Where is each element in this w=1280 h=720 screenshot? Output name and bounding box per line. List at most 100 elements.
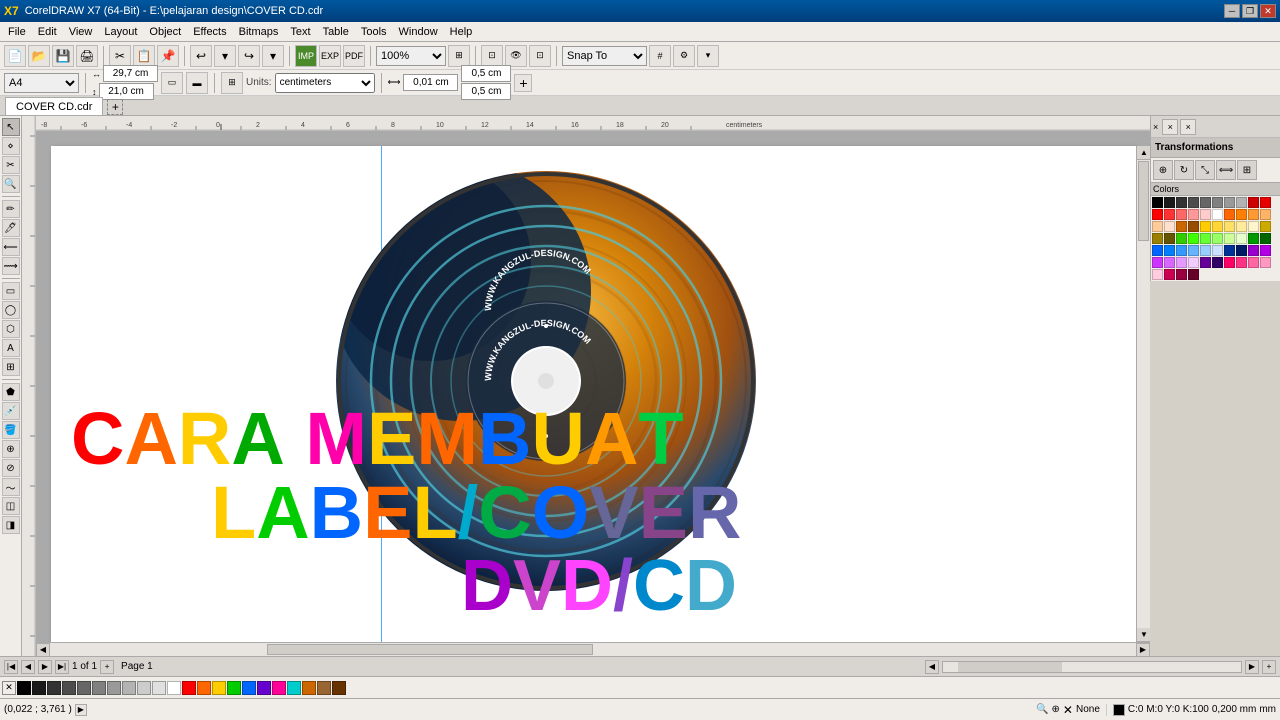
dup-x-input[interactable] [461,65,511,82]
bottom-swatch[interactable] [122,681,136,695]
bottom-swatch[interactable] [317,681,331,695]
eyedropper-tool[interactable]: 💉 [2,402,20,420]
ellipse-tool[interactable]: ◯ [2,301,20,319]
crop-tool[interactable]: ✂ [2,156,20,174]
cut-button[interactable]: ✂ [109,45,131,67]
transform-position[interactable]: ⊕ [1153,160,1173,180]
color-swatch[interactable] [1188,269,1199,280]
full-screen-button[interactable]: ⊞ [448,45,470,67]
bottom-swatch[interactable] [287,681,301,695]
window-minimize-button[interactable]: ─ [1224,4,1240,18]
color-swatch[interactable] [1224,257,1235,268]
color-swatch[interactable] [1212,197,1223,208]
color-swatch[interactable] [1212,221,1223,232]
bottom-swatch[interactable] [167,681,181,695]
bottom-swatch[interactable] [242,681,256,695]
view-btn[interactable]: 👁 [505,45,527,67]
menu-effects[interactable]: Effects [187,24,232,40]
color-swatch[interactable] [1200,209,1211,220]
color-swatch[interactable] [1152,257,1163,268]
color-swatch[interactable] [1164,257,1175,268]
page-size-select[interactable]: A4 Letter [4,73,79,93]
print-button[interactable]: 🖨 [76,45,98,67]
color-swatch[interactable] [1236,197,1247,208]
bottom-swatch[interactable] [17,681,31,695]
color-swatch[interactable] [1164,245,1175,256]
paste-button[interactable]: 📌 [157,45,179,67]
landscape-button[interactable]: ▬ [186,72,208,94]
rect-tool[interactable]: ▭ [2,282,20,300]
color-swatch[interactable] [1176,197,1187,208]
select-tool[interactable]: ↖ [2,118,20,136]
nudge-input[interactable] [403,74,458,91]
color-swatch[interactable] [1236,209,1247,220]
color-swatch[interactable] [1248,245,1259,256]
paint-bucket-tool[interactable]: 🪣 [2,421,20,439]
undo-button[interactable]: ↩ [190,45,212,67]
text-tool[interactable]: A [2,339,20,357]
menu-help[interactable]: Help [444,24,479,40]
dimension-tool[interactable]: ⟵ [2,238,20,256]
add-page-nav-button[interactable]: + [100,660,114,674]
menu-layout[interactable]: Layout [98,24,143,40]
drawing-canvas[interactable]: WWW.KANGZUL-DESIGN.COM WWW.KANGZUL-DESIG… [51,146,1136,642]
color-swatch[interactable] [1236,233,1247,244]
color-swatch[interactable] [1200,221,1211,232]
color-swatch[interactable] [1224,197,1235,208]
freehand-tool[interactable]: ✏ [2,200,20,218]
color-swatch[interactable] [1152,269,1163,280]
hscroll-step-left[interactable]: ◀ [925,660,939,674]
document-tab[interactable]: COVER CD.cdr [5,97,103,115]
snap-to-btn[interactable]: ⊡ [481,45,503,67]
transform-mirror[interactable]: ⟺ [1216,160,1236,180]
bottom-swatch[interactable] [227,681,241,695]
portrait-button[interactable]: ▭ [161,72,183,94]
color-swatch[interactable] [1152,197,1163,208]
menu-table[interactable]: Table [317,24,355,40]
color-swatch[interactable] [1212,233,1223,244]
bottom-swatch[interactable] [32,681,46,695]
color-swatch[interactable] [1152,221,1163,232]
color-swatch[interactable] [1248,221,1259,232]
color-swatch[interactable] [1164,209,1175,220]
bottom-swatch[interactable] [197,681,211,695]
shape-tool[interactable]: ⋄ [2,137,20,155]
zoom-in-btn[interactable]: + [1262,660,1276,674]
color-swatch[interactable] [1236,221,1247,232]
menu-bitmaps[interactable]: Bitmaps [233,24,285,40]
color-swatch[interactable] [1224,209,1235,220]
page-hscroll-track[interactable] [942,661,1242,673]
bottom-swatch[interactable] [62,681,76,695]
page-options-btn[interactable]: ⊞ [221,72,243,94]
panel-close-btn2[interactable]: × [1180,119,1196,135]
color-swatch[interactable] [1200,257,1211,268]
menu-tools[interactable]: Tools [355,24,393,40]
color-swatch[interactable] [1260,257,1271,268]
color-swatch[interactable] [1152,233,1163,244]
bottom-swatch[interactable] [107,681,121,695]
scroll-thumb[interactable] [1138,161,1149,241]
open-button[interactable]: 📂 [28,45,50,67]
shadow-tool[interactable]: ◫ [2,497,20,515]
color-swatch[interactable] [1176,269,1187,280]
bottom-swatch[interactable] [152,681,166,695]
zoom-select[interactable]: 100% 50% 200% [376,46,446,66]
save-button[interactable]: 💾 [52,45,74,67]
color-swatch[interactable] [1212,257,1223,268]
color-swatch[interactable] [1188,257,1199,268]
scroll-down-button[interactable]: ▼ [1137,628,1150,642]
dup-y-input[interactable] [461,83,511,100]
color-swatch[interactable] [1224,221,1235,232]
bottom-swatch[interactable] [332,681,346,695]
transform-rotate[interactable]: ↻ [1174,160,1194,180]
parallel-tool[interactable]: ⬟ [2,383,20,401]
bottom-swatch[interactable] [302,681,316,695]
redo-dropdown[interactable]: ▾ [262,45,284,67]
color-swatch[interactable] [1164,269,1175,280]
smart-draw-tool[interactable]: 🖊 [2,219,20,237]
new-button[interactable]: 📄 [4,45,26,67]
no-fill-swatch[interactable]: ✕ [2,681,16,695]
snap-options[interactable]: ⊡ [529,45,551,67]
bottom-swatch[interactable] [47,681,61,695]
panel-close-btn[interactable]: × [1162,119,1178,135]
